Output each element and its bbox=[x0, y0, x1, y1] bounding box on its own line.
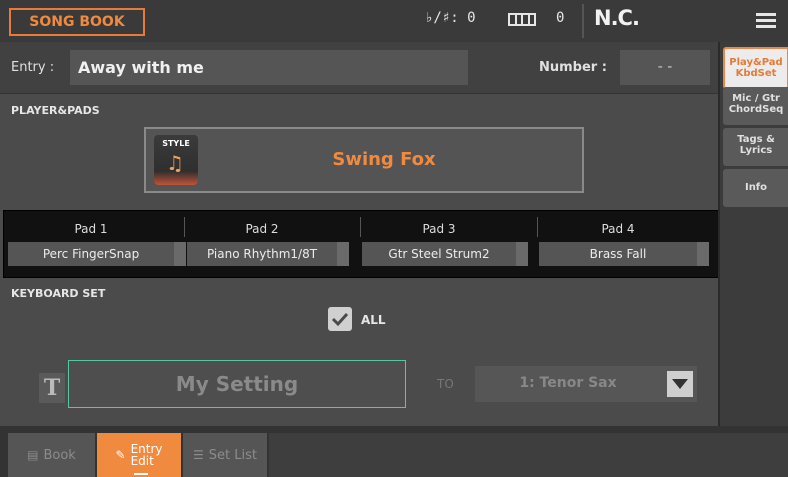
tab-tags-lyrics[interactable]: Tags & Lyrics bbox=[723, 128, 788, 166]
tab-entry-edit[interactable]: ✎ Entry Edit bbox=[97, 433, 181, 477]
tab-label: Play&Pad bbox=[729, 57, 783, 68]
tab-label: Mic / Gtr bbox=[732, 93, 780, 104]
book-icon: ▤ bbox=[27, 448, 39, 462]
player-pads-heading: PLAYER&PADS bbox=[11, 104, 100, 117]
tab-label: Book bbox=[43, 447, 76, 463]
tab-set-list[interactable]: ☰ Set List bbox=[183, 433, 267, 477]
tab-label: Info bbox=[744, 182, 768, 193]
bottom-bar: ▤ Book ✎ Entry Edit ☰ Set List bbox=[0, 426, 788, 477]
style-selector[interactable]: STYLE ♫ Swing Fox bbox=[144, 127, 584, 193]
tab-book[interactable]: ▤ Book bbox=[8, 433, 95, 477]
pencil-icon: ✎ bbox=[115, 448, 126, 462]
chord-display: N.C. bbox=[594, 6, 640, 30]
tab-label: Lyrics bbox=[739, 145, 773, 156]
tab-info[interactable]: Info bbox=[723, 169, 788, 207]
keyboard-set-heading: KEYBOARD SET bbox=[11, 287, 106, 300]
list-icon: ☰ bbox=[193, 448, 204, 462]
pad-value[interactable]: Brass Fall bbox=[539, 242, 709, 266]
tab-label: Set List bbox=[208, 447, 257, 463]
pad-label: Pad 2 bbox=[245, 222, 279, 236]
keyboard-icon[interactable] bbox=[508, 13, 536, 26]
check-icon bbox=[331, 312, 349, 327]
pad-label: Pad 4 bbox=[601, 222, 635, 236]
text-edit-icon[interactable]: T bbox=[39, 373, 65, 403]
entry-row: Entry : Away with me Number : - - bbox=[0, 42, 718, 94]
transpose-status[interactable]: ♭/♯: 0 bbox=[425, 10, 476, 26]
pad-1[interactable]: Pad 1 Perc FingerSnap bbox=[8, 217, 186, 271]
side-tabs: Play&Pad KbdSet Mic / Gtr ChordSeq Tags … bbox=[718, 42, 788, 426]
menu-icon[interactable] bbox=[756, 13, 776, 29]
tab-play-pad-kbdset[interactable]: Play&Pad KbdSet bbox=[723, 47, 788, 89]
pad-2[interactable]: Pad 2 Piano Rhythm1/8T bbox=[187, 217, 349, 271]
tab-label: KbdSet bbox=[735, 68, 777, 79]
octave-status[interactable]: 0 bbox=[556, 10, 564, 26]
tab-label: Edit bbox=[130, 454, 154, 468]
pads-panel: Pad 1 Perc FingerSnap Pad 2 Piano Rhythm… bbox=[3, 210, 719, 278]
bottom-bar-filler bbox=[269, 433, 788, 477]
pad-value[interactable]: Gtr Steel Strum2 bbox=[362, 242, 528, 266]
chevron-down-icon bbox=[672, 379, 688, 389]
number-label: Number : bbox=[539, 60, 607, 75]
tab-label: Tags & bbox=[737, 134, 775, 145]
setting-name-field[interactable]: My Setting bbox=[68, 360, 406, 408]
top-bar: SONG BOOK ♭/♯: 0 0 N.C. bbox=[0, 0, 788, 42]
entry-label: Entry : bbox=[11, 60, 55, 75]
style-name: Swing Fox bbox=[332, 149, 436, 170]
tab-mic-gtr-chordseq[interactable]: Mic / Gtr ChordSeq bbox=[723, 87, 788, 125]
pad-label: Pad 3 bbox=[422, 222, 456, 236]
pad-4[interactable]: Pad 4 Brass Fall bbox=[539, 217, 709, 271]
all-checkbox[interactable] bbox=[328, 307, 352, 331]
dropdown-button[interactable] bbox=[667, 371, 693, 397]
number-field[interactable]: - - bbox=[620, 50, 710, 85]
entry-name-field[interactable]: Away with me bbox=[70, 50, 468, 85]
pad-value[interactable]: Piano Rhythm1/8T bbox=[187, 242, 349, 266]
style-tag: STYLE bbox=[162, 139, 190, 148]
page-title: SONG BOOK bbox=[9, 8, 145, 36]
tab-label: ChordSeq bbox=[728, 104, 784, 115]
to-label: TO bbox=[437, 377, 454, 391]
target-select[interactable]: 1: Tenor Sax bbox=[475, 366, 697, 402]
pad-3[interactable]: Pad 3 Gtr Steel Strum2 bbox=[362, 217, 528, 271]
target-value: 1: Tenor Sax bbox=[519, 375, 617, 391]
pad-label: Pad 1 bbox=[74, 222, 108, 236]
pad-value[interactable]: Perc FingerSnap bbox=[8, 242, 186, 266]
all-label: ALL bbox=[361, 313, 386, 327]
divider bbox=[582, 4, 584, 38]
